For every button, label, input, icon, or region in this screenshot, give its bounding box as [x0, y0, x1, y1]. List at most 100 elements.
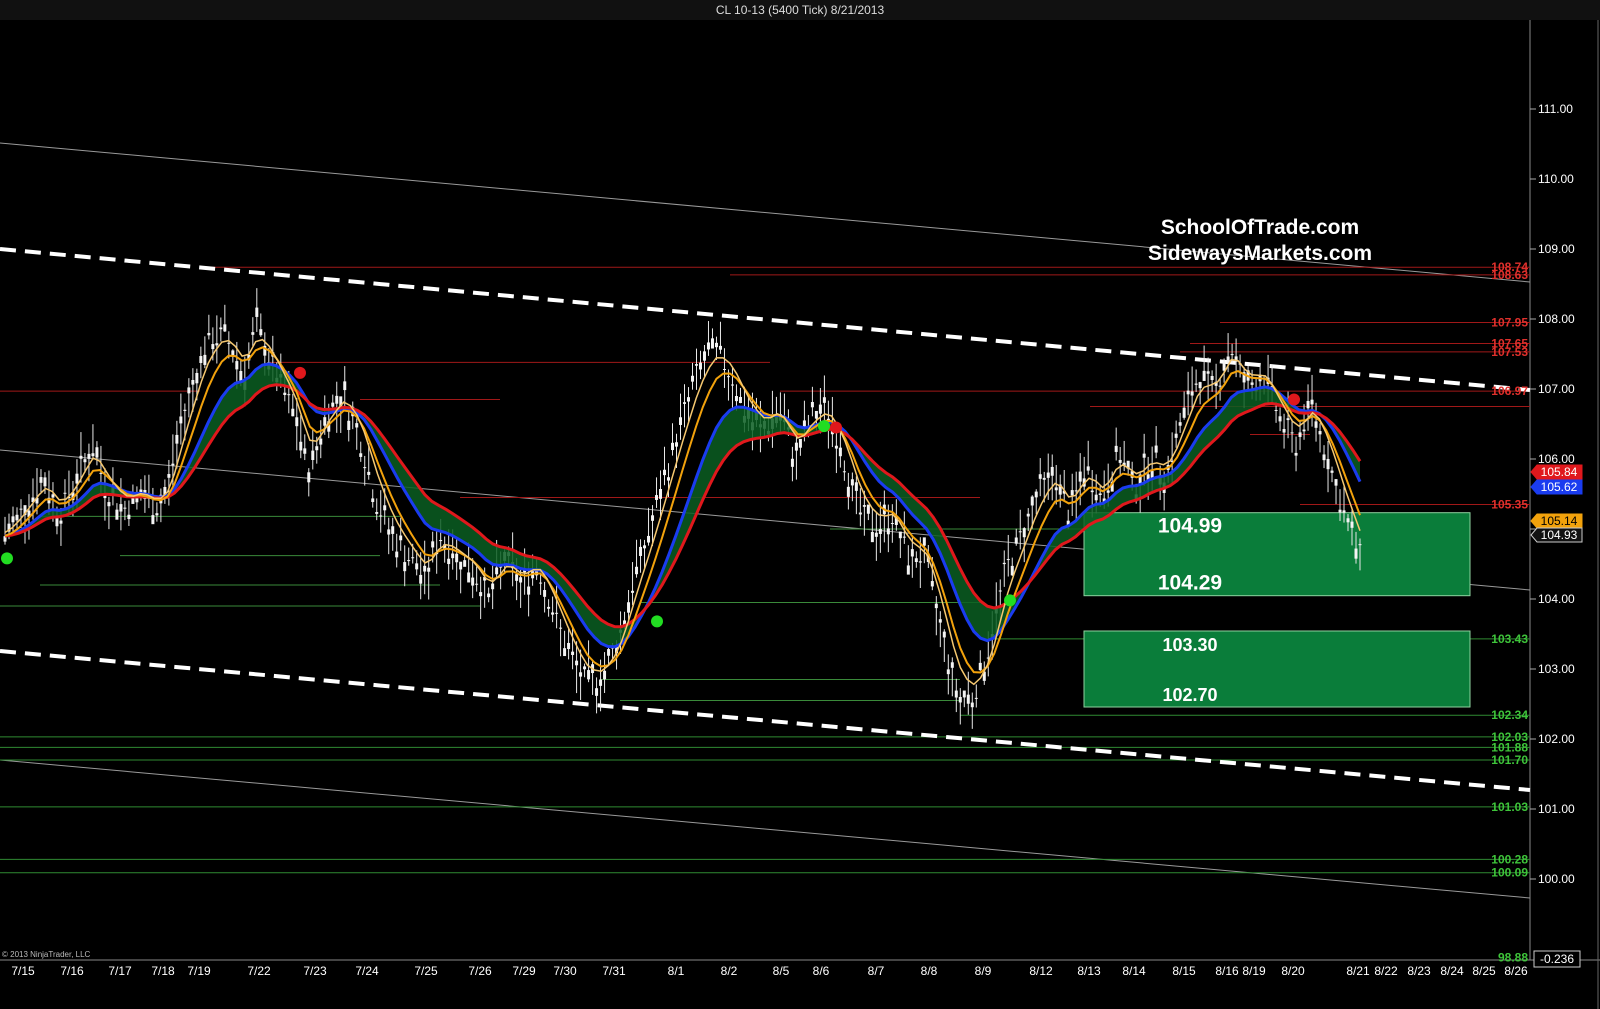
price-bar-body [1202, 370, 1206, 381]
price-bar-body [798, 438, 802, 448]
x-tick-label: 8/16 [1215, 964, 1239, 978]
price-bar-body [1006, 559, 1010, 561]
price-bar-body [1342, 510, 1346, 513]
price-bar-body [319, 438, 323, 445]
price-bar-body [714, 342, 718, 348]
price-bar-body [902, 536, 906, 538]
price-bar-body [223, 324, 227, 332]
price-bar-body [607, 649, 611, 656]
price-bar-body [587, 670, 591, 680]
price-bar-body [822, 397, 826, 403]
resistance-label: 108.63 [1491, 268, 1528, 282]
price-bar-body [367, 471, 371, 475]
price-bar-body [43, 477, 47, 487]
x-tick-label: 7/18 [151, 964, 175, 978]
price-bar-body [91, 453, 95, 457]
price-bar-body [1038, 474, 1042, 479]
price-bar-body [1022, 528, 1026, 538]
x-tick-label: 7/16 [60, 964, 84, 978]
price-bar-body [231, 350, 235, 356]
price-bar-body [1114, 445, 1118, 452]
price-bar-body [95, 447, 99, 458]
price-bar-body [39, 477, 43, 483]
price-bar-body [1322, 454, 1326, 461]
price-bar-body [259, 329, 263, 336]
price-bar-body [303, 448, 307, 454]
price-bar-body [850, 479, 854, 486]
price-bar-body [866, 504, 870, 514]
price-bar-body [539, 582, 543, 584]
price-bar-body [1286, 418, 1290, 421]
price-marker-label: 105.14 [1541, 514, 1578, 528]
price-bar-body [954, 690, 958, 698]
x-tick-label: 7/23 [303, 964, 327, 978]
price-bar-body [1154, 445, 1158, 453]
price-bar-body [519, 577, 523, 583]
price-bar-body [1198, 382, 1202, 389]
price-chart[interactable]: 104.99 104.29 103.30 102.70 100.00 101.00 102… [0, 0, 1600, 1009]
price-bar-body [671, 442, 675, 451]
price-bar-body [734, 395, 738, 402]
price-bar-body [167, 474, 171, 478]
buy-signal-dot [1004, 594, 1016, 607]
price-bar-body [375, 512, 379, 514]
price-bar-body [215, 343, 219, 346]
price-bar-body [371, 498, 375, 503]
resistance-label: 105.35 [1491, 498, 1528, 512]
price-bar-body [698, 362, 702, 370]
price-bar-body [1318, 431, 1322, 435]
price-bar-body [575, 660, 579, 666]
price-bar-body [818, 404, 822, 414]
price-bar-body [1338, 509, 1342, 513]
watermark-line2: SidewaysMarkets.com [1148, 242, 1372, 265]
price-bar-body [1178, 422, 1182, 426]
price-bar-body [199, 356, 203, 363]
price-bar-body [543, 590, 547, 597]
sell-signal-dot [830, 421, 842, 434]
target-zone-box [1083, 512, 1471, 597]
price-bar-body [1310, 399, 1314, 405]
x-tick-label: 8/1 [668, 964, 685, 978]
resistance-label: 107.95 [1491, 316, 1528, 330]
price-bar-body [1190, 391, 1194, 396]
price-bar-body [834, 445, 838, 449]
price-bar-body [886, 528, 890, 535]
price-bar-body [1326, 458, 1330, 470]
price-bar-body [810, 402, 814, 408]
price-bar-body [682, 402, 686, 404]
price-bar-body [706, 342, 710, 350]
price-bar-body [251, 332, 255, 335]
price-bar-body [479, 592, 483, 597]
price-bar-body [603, 670, 607, 680]
price-bar-body [1210, 376, 1214, 380]
support-label: 101.70 [1491, 753, 1528, 767]
price-marker-label: 105.62 [1541, 480, 1578, 494]
price-bar-body [635, 566, 639, 575]
price-bar-body [738, 396, 742, 404]
price-bar-body [1218, 385, 1222, 387]
price-bar-body [463, 560, 467, 567]
price-bar-body [974, 697, 978, 699]
price-bar-body [1226, 356, 1230, 363]
price-bar-body [1346, 518, 1350, 523]
x-tick-label: 7/29 [512, 964, 536, 978]
price-bar-body [694, 364, 698, 366]
price-bar-body [323, 417, 327, 426]
price-bar-body [291, 408, 295, 417]
x-tick-label: 8/26 [1504, 964, 1528, 978]
price-bar-body [391, 526, 395, 534]
price-bar-body [914, 558, 918, 563]
price-bar-body [627, 602, 631, 613]
bottom-value-label: -0.236 [1540, 952, 1574, 966]
price-bar-body [906, 565, 910, 575]
price-bar-body [1094, 494, 1098, 501]
x-tick-label: 8/25 [1472, 964, 1496, 978]
buy-signal-dot [1, 552, 13, 565]
price-bar-body [934, 603, 938, 609]
price-bar-body [842, 471, 846, 473]
price-bar-body [918, 561, 922, 563]
price-bar-body [1182, 407, 1186, 418]
price-bar-body [599, 679, 603, 686]
price-bar-body [75, 473, 79, 484]
price-marker-label: 104.93 [1541, 528, 1578, 542]
